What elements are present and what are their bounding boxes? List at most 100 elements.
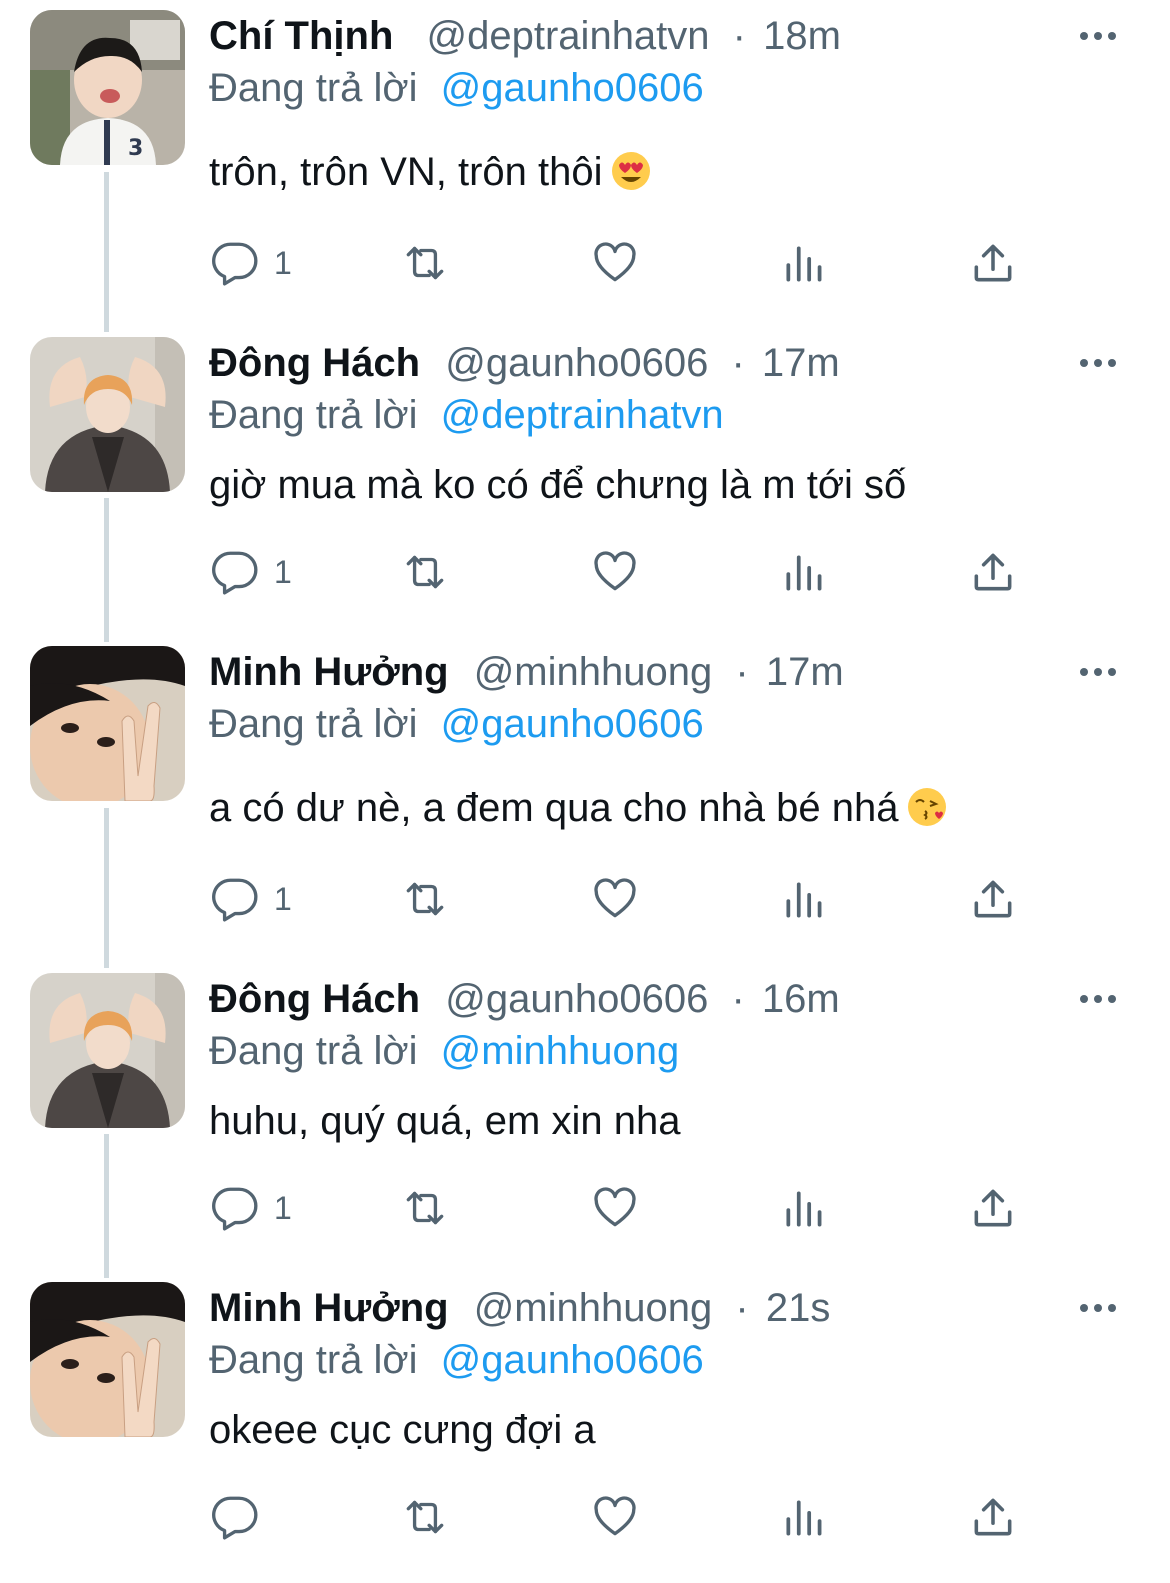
like-button[interactable] [590, 233, 640, 293]
views-button[interactable] [780, 233, 830, 293]
separator-dot: · [731, 341, 745, 385]
tweet-header: Minh Hưởng @minhhuong · 17m [209, 646, 844, 698]
avatar[interactable] [30, 646, 185, 801]
tweet-header: Đông Hách @gaunho0606 · 17m [209, 337, 840, 389]
user-handle[interactable]: @gaunho0606 [445, 977, 708, 1021]
retweet-button[interactable] [400, 1487, 450, 1547]
retweet-icon [406, 882, 444, 916]
display-name[interactable]: Minh Hưởng [209, 650, 449, 694]
user-handle[interactable]: @minhhuong [474, 650, 713, 694]
more-icon [1080, 359, 1116, 367]
retweet-button[interactable] [400, 869, 450, 929]
user-handle[interactable]: @gaunho0606 [445, 341, 708, 385]
views-button[interactable] [780, 1178, 830, 1238]
action-bar: 1 [0, 542, 1170, 602]
tweet-time[interactable]: 21s [766, 1286, 831, 1330]
replying-to-label: Đang trả lời [209, 1029, 418, 1073]
user-handle[interactable]: @deptrainhatvn [427, 14, 710, 58]
display-name[interactable]: Chí Thịnh [209, 14, 393, 58]
replying-to-handle[interactable]: @gaunho0606 [441, 66, 704, 110]
views-icon [786, 882, 822, 918]
kiss-emoji [907, 788, 946, 826]
tweet-text-content: a có dư nè, a đem qua cho nhà bé nhá [209, 786, 899, 830]
share-icon [974, 880, 1012, 918]
views-button[interactable] [780, 1487, 830, 1547]
retweet-button[interactable] [400, 233, 450, 293]
heart-eyes-emoji [611, 152, 650, 190]
retweet-button[interactable] [400, 1178, 450, 1238]
tweet-time[interactable]: 17m [762, 341, 840, 385]
tweet[interactable]: Minh Hưởng @minhhuong · 17m Đang trả lời… [0, 636, 1170, 956]
display-name[interactable]: Đông Hách [209, 341, 420, 385]
orange-hair-avatar [30, 973, 185, 1128]
share-button[interactable] [968, 869, 1018, 929]
replying-to-handle[interactable]: @deptrainhatvn [441, 393, 724, 437]
action-bar: 1 [0, 233, 1170, 293]
avatar[interactable] [30, 973, 185, 1128]
share-icon [974, 553, 1012, 591]
reply-button[interactable]: 1 [210, 542, 292, 602]
share-button[interactable] [968, 1178, 1018, 1238]
action-bar [0, 1487, 1170, 1547]
tweet[interactable]: Minh Hưởng @minhhuong · 21s Đang trả lời… [0, 1272, 1170, 1583]
share-button[interactable] [968, 542, 1018, 602]
tweet[interactable]: 3 Chí Thịnh @deptrainhatvn · 18m Đang tr… [0, 0, 1170, 320]
like-icon [594, 1187, 636, 1227]
reply-button[interactable]: 1 [210, 1178, 292, 1238]
more-button[interactable] [1076, 1286, 1120, 1330]
more-button[interactable] [1076, 341, 1120, 385]
replying-to-handle[interactable]: @gaunho0606 [441, 1338, 704, 1382]
display-name[interactable]: Minh Hưởng [209, 1286, 449, 1330]
share-button[interactable] [968, 1487, 1018, 1547]
replying-to-handle[interactable]: @gaunho0606 [441, 702, 704, 746]
like-button[interactable] [590, 869, 640, 929]
display-name[interactable]: Đông Hách [209, 977, 420, 1021]
more-button[interactable] [1076, 14, 1120, 58]
views-icon [786, 555, 822, 591]
like-icon [594, 878, 636, 918]
peace-sign-avatar [30, 646, 185, 801]
tweet-text-content: okeee cục cưng đợi a [209, 1408, 596, 1452]
orange-hair-avatar [30, 337, 185, 492]
more-icon [1080, 995, 1116, 1003]
separator-dot: · [735, 650, 749, 694]
reply-count: 1 [274, 554, 292, 590]
tweet[interactable]: Đông Hách @gaunho0606 · 16m Đang trả lời… [0, 963, 1170, 1273]
replying-to-handle[interactable]: @minhhuong [441, 1029, 680, 1073]
more-button[interactable] [1076, 650, 1120, 694]
replying-to-label: Đang trả lời [209, 1338, 418, 1382]
separator-dot: · [735, 1286, 749, 1330]
tweet[interactable]: Đông Hách @gaunho0606 · 17m Đang trả lời… [0, 327, 1170, 637]
share-button[interactable] [968, 233, 1018, 293]
reply-icon [212, 878, 258, 922]
peace-sign-avatar [30, 1282, 185, 1437]
tweet-header: Minh Hưởng @minhhuong · 21s [209, 1282, 830, 1334]
views-button[interactable] [780, 869, 830, 929]
reply-button[interactable]: 1 [210, 233, 292, 293]
tweet-text: trôn, trôn VN, trôn thôi [209, 146, 651, 198]
avatar[interactable]: 3 [30, 10, 185, 165]
avatar[interactable] [30, 1282, 185, 1437]
more-icon [1080, 1304, 1116, 1312]
views-button[interactable] [780, 542, 830, 602]
tweet-text: huhu, quý quá, em xin nha [209, 1095, 680, 1147]
action-bar: 1 [0, 869, 1170, 929]
like-button[interactable] [590, 1487, 640, 1547]
avatar[interactable] [30, 337, 185, 492]
reply-button[interactable]: 1 [210, 869, 292, 929]
views-icon [786, 1191, 822, 1227]
replying-to-label: Đang trả lời [209, 702, 418, 746]
like-button[interactable] [590, 1178, 640, 1238]
tweet-time[interactable]: 16m [762, 977, 840, 1021]
like-button[interactable] [590, 542, 640, 602]
like-icon [594, 242, 636, 282]
tweet-time[interactable]: 17m [766, 650, 844, 694]
user-handle[interactable]: @minhhuong [474, 1286, 713, 1330]
tweet-time[interactable]: 18m [763, 14, 841, 58]
retweet-button[interactable] [400, 542, 450, 602]
reply-button[interactable] [210, 1487, 274, 1547]
like-icon [594, 1496, 636, 1536]
more-button[interactable] [1076, 977, 1120, 1021]
share-icon [974, 1498, 1012, 1536]
replying-to: Đang trả lời @gaunho0606 [209, 62, 704, 114]
